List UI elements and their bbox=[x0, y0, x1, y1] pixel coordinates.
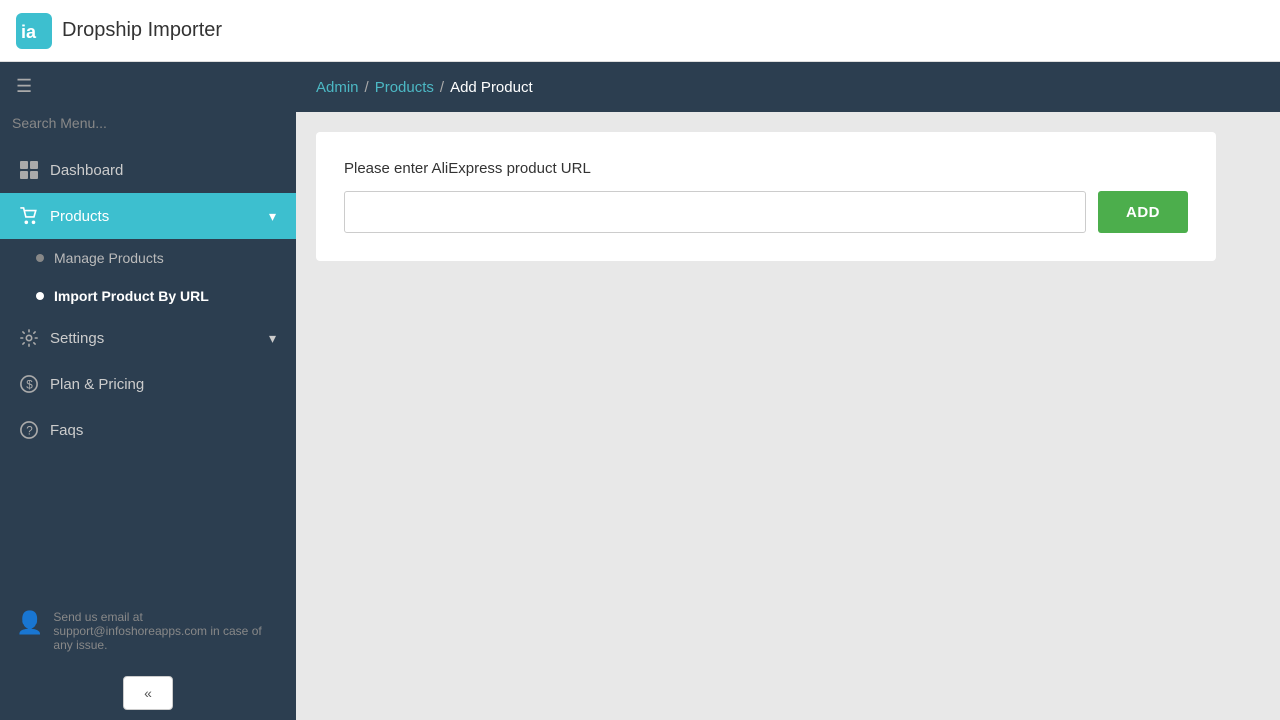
breadcrumb-products[interactable]: Products bbox=[375, 79, 434, 96]
dashboard-icon bbox=[20, 161, 38, 179]
content-area: Admin / Products / Add Product Please en… bbox=[296, 62, 1280, 720]
sidebar: ☰ Dashboard bbox=[0, 62, 296, 720]
sidebar-item-products[interactable]: Products ▾ bbox=[0, 193, 296, 239]
sidebar-item-faqs-label: Faqs bbox=[50, 422, 276, 439]
app-logo: ia bbox=[16, 13, 52, 49]
import-product-label: Import Product By URL bbox=[54, 288, 209, 304]
sidebar-item-products-label: Products bbox=[50, 208, 257, 225]
svg-text:$: $ bbox=[26, 379, 33, 392]
sidebar-item-plan-label: Plan & Pricing bbox=[50, 376, 276, 393]
products-cart-icon bbox=[20, 207, 38, 225]
faqs-question-icon: ? bbox=[20, 421, 38, 439]
sidebar-search-input[interactable] bbox=[12, 111, 284, 135]
person-icon: 👤 bbox=[16, 610, 43, 636]
hamburger-menu[interactable]: ☰ bbox=[0, 62, 296, 111]
url-row: ADD bbox=[344, 191, 1188, 233]
manage-products-bullet bbox=[36, 254, 44, 262]
page-content: Please enter AliExpress product URL ADD bbox=[296, 112, 1280, 720]
aliexpress-url-input[interactable] bbox=[344, 191, 1086, 233]
sidebar-item-settings[interactable]: Settings ▾ bbox=[0, 315, 296, 361]
add-product-card: Please enter AliExpress product URL ADD bbox=[316, 132, 1216, 261]
plan-dollar-icon: $ bbox=[20, 375, 38, 393]
breadcrumb-admin[interactable]: Admin bbox=[316, 79, 359, 96]
sidebar-item-dashboard[interactable]: Dashboard bbox=[0, 147, 296, 193]
sidebar-item-faqs[interactable]: ? Faqs bbox=[0, 407, 296, 453]
app-title: Dropship Importer bbox=[62, 19, 222, 42]
top-header: ia Dropship Importer bbox=[0, 0, 1280, 62]
sidebar-item-plan[interactable]: $ Plan & Pricing bbox=[0, 361, 296, 407]
settings-gear-icon bbox=[20, 329, 38, 347]
import-product-bullet bbox=[36, 292, 44, 300]
sidebar-collapse-button[interactable]: « bbox=[123, 676, 173, 710]
sidebar-subitem-manage-products[interactable]: Manage Products bbox=[0, 239, 296, 277]
breadcrumb-add-product: Add Product bbox=[450, 79, 533, 96]
breadcrumb-sep-1: / bbox=[365, 79, 369, 96]
sidebar-subitem-import-product[interactable]: Import Product By URL bbox=[0, 277, 296, 315]
support-email-text: Send us email at support@infoshoreapps.c… bbox=[53, 610, 280, 652]
url-prompt-label: Please enter AliExpress product URL bbox=[344, 160, 1188, 177]
products-chevron-icon: ▾ bbox=[269, 208, 276, 225]
manage-products-label: Manage Products bbox=[54, 250, 164, 266]
sidebar-item-settings-label: Settings bbox=[50, 330, 257, 347]
svg-text:ia: ia bbox=[21, 22, 37, 42]
add-product-button[interactable]: ADD bbox=[1098, 191, 1188, 233]
main-layout: ☰ Dashboard bbox=[0, 62, 1280, 720]
sidebar-item-dashboard-label: Dashboard bbox=[50, 162, 276, 179]
collapse-chevron-icon: « bbox=[144, 685, 152, 701]
breadcrumb-sep-2: / bbox=[440, 79, 444, 96]
settings-chevron-icon: ▾ bbox=[269, 330, 276, 347]
sidebar-footer: 👤 Send us email at support@infoshoreapps… bbox=[0, 596, 296, 666]
svg-text:?: ? bbox=[26, 425, 33, 438]
breadcrumb: Admin / Products / Add Product bbox=[296, 62, 1280, 112]
